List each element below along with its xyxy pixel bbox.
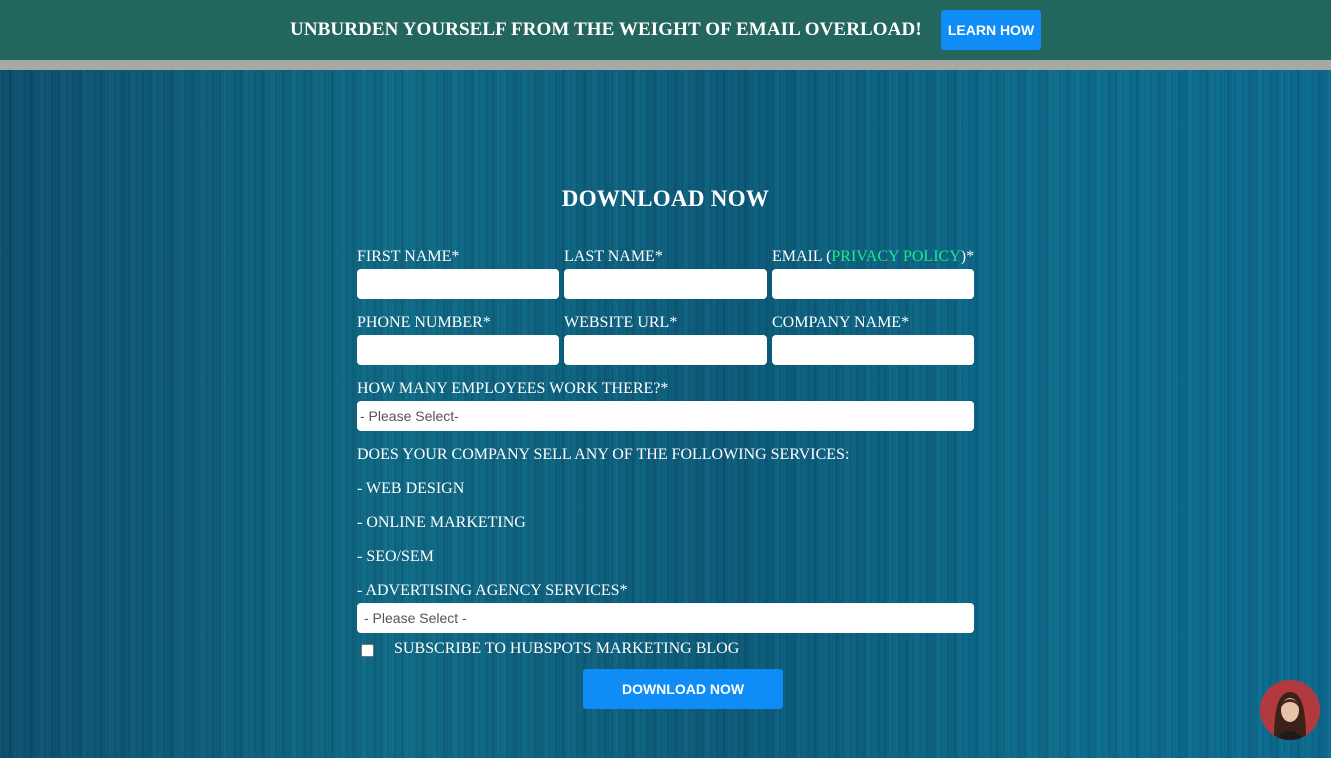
privacy-policy-link[interactable]: PRIVACY POLICY [831,248,960,265]
divider-strip [0,60,1331,70]
website-input[interactable] [564,335,767,365]
email-label: EMAIL (PRIVACY POLICY)* [772,248,974,266]
email-input[interactable] [772,269,974,299]
phone-label: PHONE NUMBER* [357,314,491,331]
first-name-label: FIRST NAME* [357,248,460,265]
service-item: - WEB DESIGN [357,480,465,497]
learn-how-button[interactable]: LEARN HOW [941,10,1041,50]
service-item: - SEO/SEM [357,548,434,565]
subscribe-label: SUBSCRIBE TO HUBSPOTS MARKETING BLOG [394,640,740,657]
email-label-suffix: )* [960,248,975,265]
banner-text: UNBURDEN YOURSELF FROM THE WEIGHT OF EMA… [290,19,922,40]
subscribe-checkbox[interactable] [361,644,374,657]
company-label: COMPANY NAME* [772,314,910,331]
employees-select[interactable]: - Please Select- [357,401,974,431]
services-question: DOES YOUR COMPANY SELL ANY OF THE FOLLOW… [357,446,850,463]
services-select[interactable]: - Please Select - [357,603,974,633]
service-item: - ONLINE MARKETING [357,514,526,531]
person-icon [1260,680,1320,740]
employees-label: HOW MANY EMPLOYEES WORK THERE?* [357,380,669,397]
website-label: WEBSITE URL* [564,314,678,331]
first-name-input[interactable] [357,269,559,299]
company-input[interactable] [772,335,974,365]
phone-input[interactable] [357,335,559,365]
email-label-prefix: EMAIL ( [772,248,832,265]
service-item: - ADVERTISING AGENCY SERVICES* [357,582,628,599]
last-name-label: LAST NAME* [564,248,663,265]
chat-avatar[interactable] [1260,680,1320,740]
download-now-button[interactable]: DOWNLOAD NOW [583,669,783,709]
top-banner: UNBURDEN YOURSELF FROM THE WEIGHT OF EMA… [0,0,1331,60]
last-name-input[interactable] [564,269,767,299]
form-title: DOWNLOAD NOW [561,186,770,211]
